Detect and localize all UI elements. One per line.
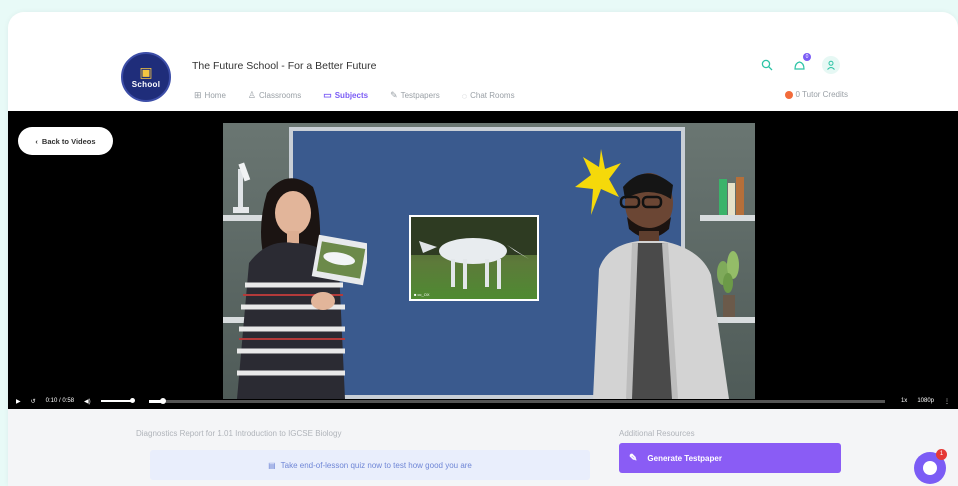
diagnostics-title: Diagnostics Report for 1.01 Introduction… <box>136 429 342 438</box>
testpaper-icon: ✎ <box>390 90 398 100</box>
nav-label: Classrooms <box>258 91 302 100</box>
document-icon: ▤ <box>268 460 276 470</box>
photo-caption: ■ cc_OX <box>414 292 430 297</box>
progress-bar[interactable] <box>148 397 885 404</box>
credits-label: 0 Tutor Credits <box>795 90 848 99</box>
video-controls: ▶ ↺ 0:10 / 0:58 ◀) 1x 1080p ⋮ <box>8 393 958 409</box>
back-to-videos-button[interactable]: ‹ Back to Videos <box>18 127 113 155</box>
time-current: 0:10 <box>45 398 58 404</box>
time-display: 0:10 / 0:58 <box>46 398 74 404</box>
chevron-left-icon: ‹ <box>35 136 38 146</box>
video-frame: ■ cc_OX <box>223 123 755 399</box>
header-actions: 0 <box>758 53 840 74</box>
quiz-text: Take end-of-lesson quiz now to test how … <box>280 460 472 470</box>
school-logo[interactable]: ▣ School <box>121 52 171 102</box>
chat-bubble-icon <box>923 461 937 475</box>
book-icon: ▭ <box>323 90 332 100</box>
generate-testpaper-button[interactable]: ✎ Generate Testpaper <box>619 443 841 473</box>
notification-badge: 0 <box>803 53 811 61</box>
book-logo-icon: ▣ <box>139 64 153 80</box>
fullscreen-icon[interactable]: ⋮ <box>944 398 950 405</box>
classroom-icon: ♙ <box>247 90 256 100</box>
site-title: The Future School - For a Better Future <box>192 60 377 72</box>
coin-icon <box>784 90 793 99</box>
nav-home[interactable]: ⊞ Home <box>194 90 226 101</box>
nav-label: Home <box>204 91 226 100</box>
quality-control[interactable]: 1080p <box>917 398 934 404</box>
presenter-woman <box>237 178 367 399</box>
time-separator: / <box>59 398 61 404</box>
lesson-panel: Diagnostics Report for 1.01 Introduction… <box>8 409 958 486</box>
app-window: ▣ School The Future School - For a Bette… <box>8 12 958 486</box>
nav-label: Chat Rooms <box>470 91 515 100</box>
replay-icon[interactable]: ↺ <box>31 398 36 405</box>
resources-title: Additional Resources <box>619 429 695 438</box>
notification-icon[interactable]: 0 <box>790 53 811 74</box>
nav-testpapers[interactable]: ✎ Testpapers <box>390 90 440 101</box>
nav-label: Subjects <box>334 91 369 100</box>
generate-label: Generate Testpaper <box>647 453 722 463</box>
presenter-man <box>593 173 729 399</box>
play-icon[interactable]: ▶ <box>16 398 21 405</box>
chat-icon: ◌ <box>461 90 468 101</box>
home-icon: ⊞ <box>194 90 202 100</box>
main-nav: ⊞ Home ♙ Classrooms ▭ Subjects ✎ Testpap… <box>194 90 537 101</box>
nav-subjects[interactable]: ▭ Subjects <box>323 90 368 101</box>
nav-label: Testpapers <box>400 91 440 100</box>
tutor-credits[interactable]: 0 Tutor Credits <box>784 90 848 99</box>
user-icon[interactable] <box>822 56 840 74</box>
search-icon[interactable] <box>758 56 776 74</box>
testpaper-icon: ✎ <box>629 452 638 464</box>
volume-icon[interactable]: ◀) <box>84 398 91 405</box>
quiz-prompt[interactable]: ▤ Take end-of-lesson quiz now to test ho… <box>150 450 590 480</box>
chat-support-button[interactable]: 1 <box>914 449 947 484</box>
video-player[interactable]: ‹ Back to Videos ■ cc_OX ▶ ↺ 0:10 / 0:58… <box>8 111 958 409</box>
horse-shark-image: ■ cc_OX <box>409 215 539 301</box>
progress-knob[interactable] <box>160 397 167 404</box>
back-label: Back to Videos <box>41 136 96 146</box>
time-total: 0:58 <box>62 398 75 404</box>
nav-classrooms[interactable]: ♙ Classrooms <box>248 90 301 101</box>
speed-control[interactable]: 1x <box>901 398 907 404</box>
nav-chat-rooms[interactable]: ◌ Chat Rooms <box>462 90 515 101</box>
volume-slider[interactable] <box>100 398 135 403</box>
chat-badge: 1 <box>936 449 947 460</box>
logo-text: School <box>131 80 161 89</box>
